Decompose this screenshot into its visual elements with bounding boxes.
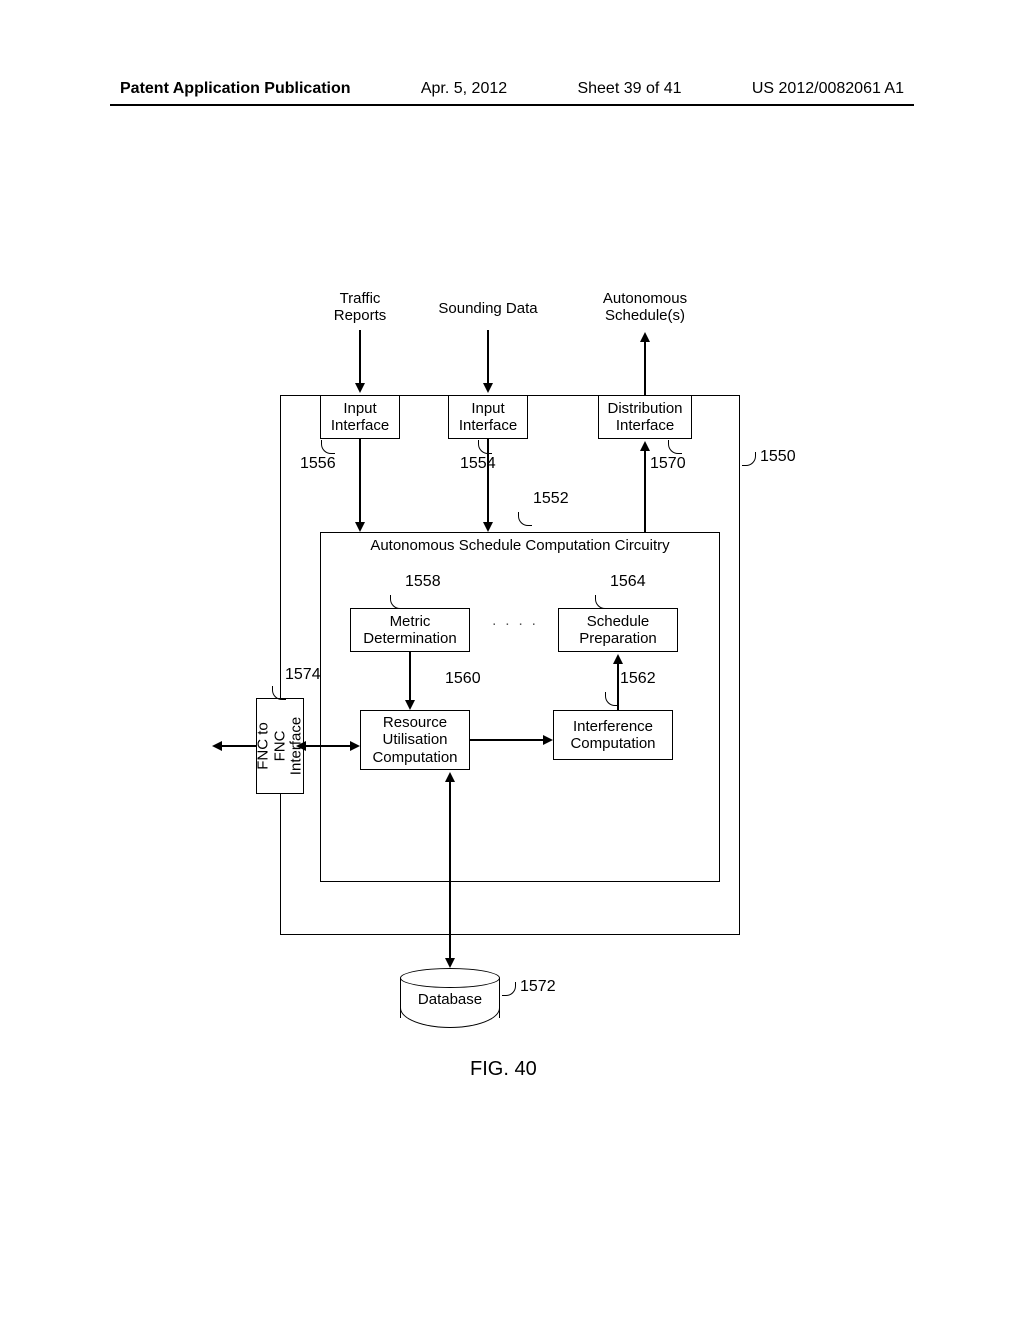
box-input-interface-1: Input Interface <box>320 395 400 439</box>
page-header: Patent Application Publication Apr. 5, 2… <box>0 80 1024 98</box>
arrow <box>487 330 489 385</box>
leader <box>742 452 756 466</box>
ref-1550: 1550 <box>760 448 796 466</box>
arrowhead-icon <box>640 441 650 451</box>
box-asc: Autonomous Schedule Computation Circuitr… <box>320 532 720 882</box>
database-cylinder: Database <box>400 968 500 1028</box>
arrowhead-icon <box>613 654 623 664</box>
arrow <box>487 439 489 524</box>
arrowhead-icon <box>355 522 365 532</box>
box-schedule-preparation: Schedule Preparation <box>558 608 678 652</box>
arrow <box>359 330 361 385</box>
ref-1562: 1562 <box>620 670 656 688</box>
arrowhead-icon <box>296 741 306 751</box>
leader <box>502 982 516 996</box>
arrow <box>304 745 352 747</box>
arrow <box>449 780 451 960</box>
arrowhead-icon <box>640 332 650 342</box>
arrow <box>644 340 646 395</box>
arrowhead-icon <box>483 383 493 393</box>
arrowhead-icon <box>543 735 553 745</box>
ref-1572: 1572 <box>520 978 556 996</box>
ref-1558: 1558 <box>405 573 441 591</box>
db-label: Database <box>400 991 500 1008</box>
header-date: Apr. 5, 2012 <box>421 80 507 98</box>
header-pubno: US 2012/0082061 A1 <box>752 80 904 98</box>
ref-1560: 1560 <box>445 670 481 688</box>
arrowhead-icon <box>350 741 360 751</box>
arrowhead-icon <box>445 772 455 782</box>
ref-1564: 1564 <box>610 573 646 591</box>
box-interference-computation: Interference Computation <box>553 710 673 760</box>
label-sounding-data: Sounding Data <box>428 300 548 317</box>
figure-diagram: Traffic Reports Sounding Data Autonomous… <box>250 290 810 1050</box>
arrow <box>617 662 619 710</box>
ref-1570: 1570 <box>650 455 686 473</box>
box-input-interface-2: Input Interface <box>448 395 528 439</box>
arrowhead-icon <box>355 383 365 393</box>
ref-1556: 1556 <box>300 455 336 473</box>
label-autonomous-schedules: Autonomous Schedule(s) <box>590 290 700 325</box>
label-traffic-reports: Traffic Reports <box>320 290 400 325</box>
ref-1552: 1552 <box>533 490 569 508</box>
arrow <box>359 439 361 524</box>
box-distribution-interface: Distribution Interface <box>598 395 692 439</box>
header-sheet: Sheet 39 of 41 <box>577 80 681 98</box>
box-metric-determination: Metric Determination <box>350 608 470 652</box>
arrowhead-icon <box>212 741 222 751</box>
arrowhead-icon <box>405 700 415 710</box>
figure-caption: FIG. 40 <box>470 1058 537 1081</box>
ref-1574: 1574 <box>285 666 321 684</box>
arrow <box>470 739 545 741</box>
dotted-connector: · · · · <box>475 615 555 632</box>
arrowhead-icon <box>483 522 493 532</box>
header-left: Patent Application Publication <box>120 80 351 98</box>
header-rule <box>110 104 914 106</box>
arrow <box>409 652 411 702</box>
box-resource-utilisation: Resource Utilisation Computation <box>360 710 470 770</box>
arrow <box>220 745 256 747</box>
arrow <box>644 449 646 534</box>
arrowhead-icon <box>445 958 455 968</box>
asc-label: Autonomous Schedule Computation Circuitr… <box>370 537 669 554</box>
ref-1554: 1554 <box>460 455 496 473</box>
